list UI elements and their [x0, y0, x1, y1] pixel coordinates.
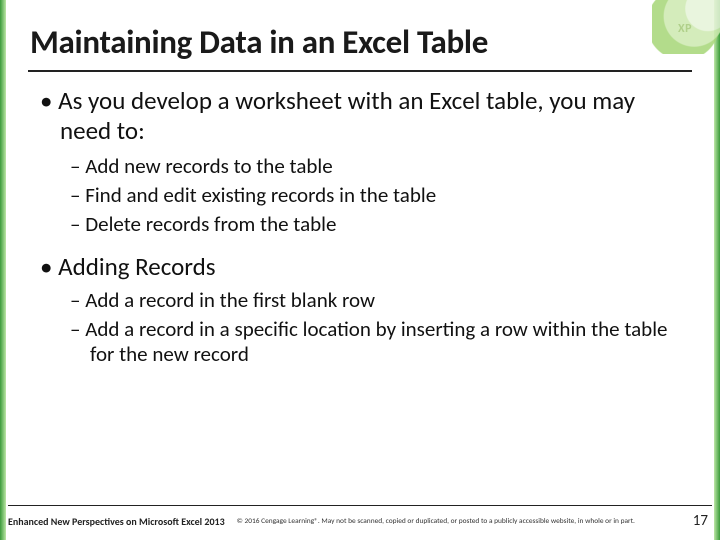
page-number: 17	[693, 512, 712, 530]
title-rule	[28, 70, 692, 72]
slide-title: Maintaining Data in an Excel Table	[24, 18, 696, 70]
right-edge-decor	[714, 0, 720, 540]
bullet-1: As you develop a worksheet with an Excel…	[60, 86, 678, 146]
footer-left: Enhanced New Perspectives on Microsoft E…	[8, 515, 225, 528]
bullet-1-sub-2: Find and edit existing records in the ta…	[90, 183, 678, 208]
slide: XP Maintaining Data in an Excel Table As…	[0, 0, 720, 540]
left-edge-decor	[0, 0, 6, 540]
footer-copyright: © 2016 Cengage Learning®. May not be sca…	[237, 516, 681, 525]
bullet-1-sub-1: Add new records to the table	[90, 154, 678, 179]
bullet-2-sub-1: Add a record in the first blank row	[90, 288, 678, 313]
bullet-2-sub-2: Add a record in a specific location by i…	[90, 317, 678, 367]
xp-badge: XP	[678, 22, 692, 36]
bullet-1-sub-3: Delete records from the table	[90, 212, 678, 237]
footer: Enhanced New Perspectives on Microsoft E…	[8, 505, 712, 530]
bullet-2: Adding Records	[60, 252, 678, 282]
body: As you develop a worksheet with an Excel…	[24, 86, 696, 367]
